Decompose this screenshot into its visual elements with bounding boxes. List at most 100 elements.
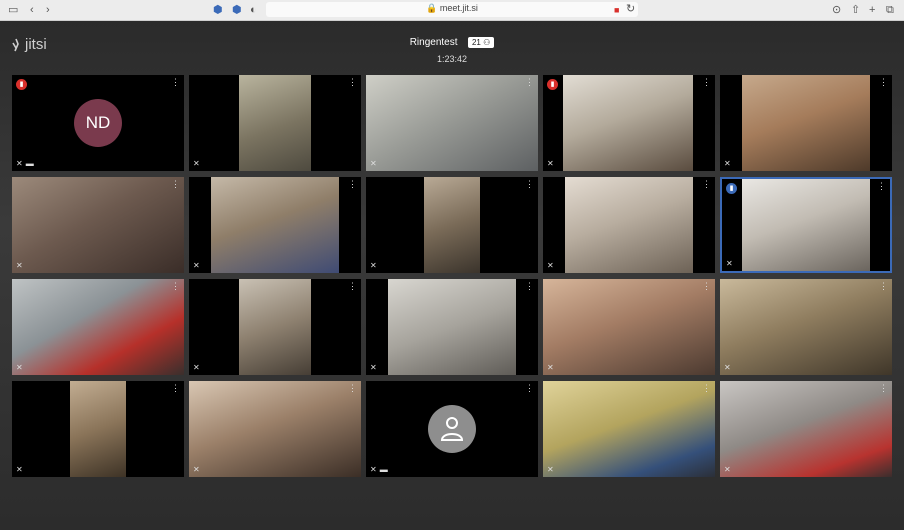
video-feed — [12, 177, 184, 273]
participant-tile[interactable]: ▮ ⋮ ✕ — [12, 177, 184, 273]
mic-muted-icon: ✕ — [370, 363, 377, 372]
participant-tile[interactable]: ⋮ ✕ — [12, 381, 184, 477]
meeting-title: Ringentest — [409, 37, 458, 49]
person-icon — [440, 417, 464, 441]
mic-muted-icon: ✕ — [16, 261, 23, 270]
participant-tile[interactable]: ⋮ ✕ — [366, 279, 538, 375]
mic-muted-icon: ✕ — [547, 465, 554, 474]
more-options-icon[interactable]: ⋮ — [348, 180, 357, 189]
forward-icon[interactable]: › — [46, 3, 50, 17]
participant-tile[interactable]: ⋮ ✕ — [720, 279, 892, 375]
video-feed — [388, 279, 516, 375]
connection-indicator-icon[interactable]: ▮ — [726, 183, 737, 194]
video-feed — [565, 177, 693, 273]
mic-muted-icon: ✕ — [547, 261, 554, 270]
mic-muted-icon: ✕ — [370, 465, 377, 474]
mic-muted-icon: ✕ — [193, 465, 200, 474]
more-options-icon[interactable]: ⋮ — [171, 282, 180, 291]
video-feed — [720, 279, 892, 375]
camera-off-icon: ▬ — [25, 159, 34, 168]
jitsi-logo[interactable]: jitsi — [10, 36, 47, 53]
participant-tile[interactable]: ⋮ ✕ — [189, 279, 361, 375]
more-options-icon[interactable]: ⋮ — [879, 78, 888, 87]
camera-in-use-icon[interactable]: ■ — [614, 3, 619, 17]
more-options-icon[interactable]: ⋮ — [348, 282, 357, 291]
address-bar[interactable]: 🔒 meet.jit.si ■ ↻ — [266, 2, 638, 17]
video-feed — [742, 75, 870, 171]
participants-icon: ⚇ — [483, 38, 491, 48]
video-feed — [424, 177, 480, 273]
video-feed — [12, 279, 184, 375]
connection-indicator-icon[interactable]: ▮ — [16, 79, 27, 90]
mic-muted-icon: ✕ — [547, 159, 554, 168]
participant-tile-active-speaker[interactable]: ▮ ⋮ ✕ — [720, 177, 892, 273]
participant-tile[interactable]: ⋮ ✕ — [189, 177, 361, 273]
logo-text: jitsi — [25, 36, 47, 53]
mic-muted-icon: ✕ — [724, 159, 731, 168]
mic-muted-icon: ✕ — [724, 465, 731, 474]
participant-tile[interactable]: ⋮ ✕ — [720, 75, 892, 171]
more-options-icon[interactable]: ⋮ — [702, 282, 711, 291]
mic-muted-icon: ✕ — [370, 159, 377, 168]
more-options-icon[interactable]: ⋮ — [702, 78, 711, 87]
video-feed — [239, 279, 311, 375]
more-options-icon[interactable]: ⋮ — [348, 384, 357, 393]
participant-tile[interactable]: ⋮ ✕ — [543, 381, 715, 477]
avatar: ND — [74, 99, 122, 147]
video-feed — [720, 381, 892, 477]
participant-tile[interactable]: ▮ ND ⋮ ✕ ▬ — [12, 75, 184, 171]
participant-tile[interactable]: ⋮ ✕ — [12, 279, 184, 375]
video-feed — [563, 75, 693, 171]
reload-icon[interactable]: ↻ — [626, 2, 635, 16]
participant-tile[interactable]: ⋮ ✕ — [543, 177, 715, 273]
jitsi-logo-icon — [12, 38, 19, 51]
extension-icon[interactable]: ⬢ — [232, 3, 242, 17]
mic-muted-icon: ✕ — [193, 159, 200, 168]
participant-count-badge[interactable]: 21 ⚇ — [467, 37, 495, 49]
more-options-icon[interactable]: ⋮ — [702, 180, 711, 189]
lock-icon: 🔒 — [426, 3, 438, 13]
more-options-icon[interactable]: ⋮ — [171, 180, 180, 189]
participant-tile[interactable]: ⋮ ✕ — [366, 177, 538, 273]
more-options-icon[interactable]: ⋮ — [525, 78, 534, 87]
mic-muted-icon: ✕ — [726, 259, 733, 268]
video-feed — [70, 381, 126, 477]
participant-tile[interactable]: ⋮ ✕ — [189, 75, 361, 171]
more-options-icon[interactable]: ⋮ — [171, 78, 180, 87]
participant-tile[interactable]: ⋮ ✕ — [720, 381, 892, 477]
participant-tile[interactable]: ⋮ ✕ — [543, 279, 715, 375]
camera-off-icon: ▬ — [379, 465, 388, 474]
more-options-icon[interactable]: ⋮ — [171, 384, 180, 393]
more-options-icon[interactable]: ⋮ — [877, 182, 886, 191]
download-icon[interactable]: ⊙ — [832, 3, 841, 17]
default-avatar — [428, 405, 476, 453]
more-options-icon[interactable]: ⋮ — [525, 180, 534, 189]
more-options-icon[interactable]: ⋮ — [702, 384, 711, 393]
privacy-icon[interactable]: ◐ — [250, 3, 257, 17]
meeting-header: Ringentest 21 ⚇ 1:23:42 — [352, 34, 552, 64]
mic-muted-icon: ✕ — [16, 159, 23, 168]
more-options-icon[interactable]: ⋮ — [879, 282, 888, 291]
participant-tile[interactable]: ▮ ⋮ ✕ — [543, 75, 715, 171]
more-options-icon[interactable]: ⋮ — [348, 78, 357, 87]
participant-tile[interactable]: ⋮ ✕ — [366, 75, 538, 171]
connection-indicator-icon[interactable]: ▮ — [547, 79, 558, 90]
share-icon[interactable]: ⇧ — [851, 3, 860, 17]
tab-overview-icon[interactable]: ⧉ — [886, 3, 894, 17]
sidebar-toggle-icon[interactable]: ▭ — [8, 3, 18, 17]
participant-tile[interactable]: ⋮ ✕ — [189, 381, 361, 477]
more-options-icon[interactable]: ⋮ — [879, 384, 888, 393]
meeting-timer: 1:23:42 — [436, 54, 468, 64]
extension-shield-icon[interactable]: ⬢ — [213, 3, 223, 17]
mic-muted-icon: ✕ — [16, 363, 23, 372]
participant-tile[interactable]: ⋮ ✕ ▬ — [366, 381, 538, 477]
more-options-icon[interactable]: ⋮ — [525, 384, 534, 393]
video-feed — [189, 381, 361, 477]
more-options-icon[interactable]: ⋮ — [525, 282, 534, 291]
new-tab-icon[interactable]: + — [869, 3, 875, 17]
mic-muted-icon: ✕ — [724, 363, 731, 372]
url-text: meet.jit.si — [439, 3, 478, 13]
video-feed — [211, 177, 339, 273]
mic-muted-icon: ✕ — [16, 465, 23, 474]
back-icon[interactable]: ‹ — [30, 3, 34, 17]
